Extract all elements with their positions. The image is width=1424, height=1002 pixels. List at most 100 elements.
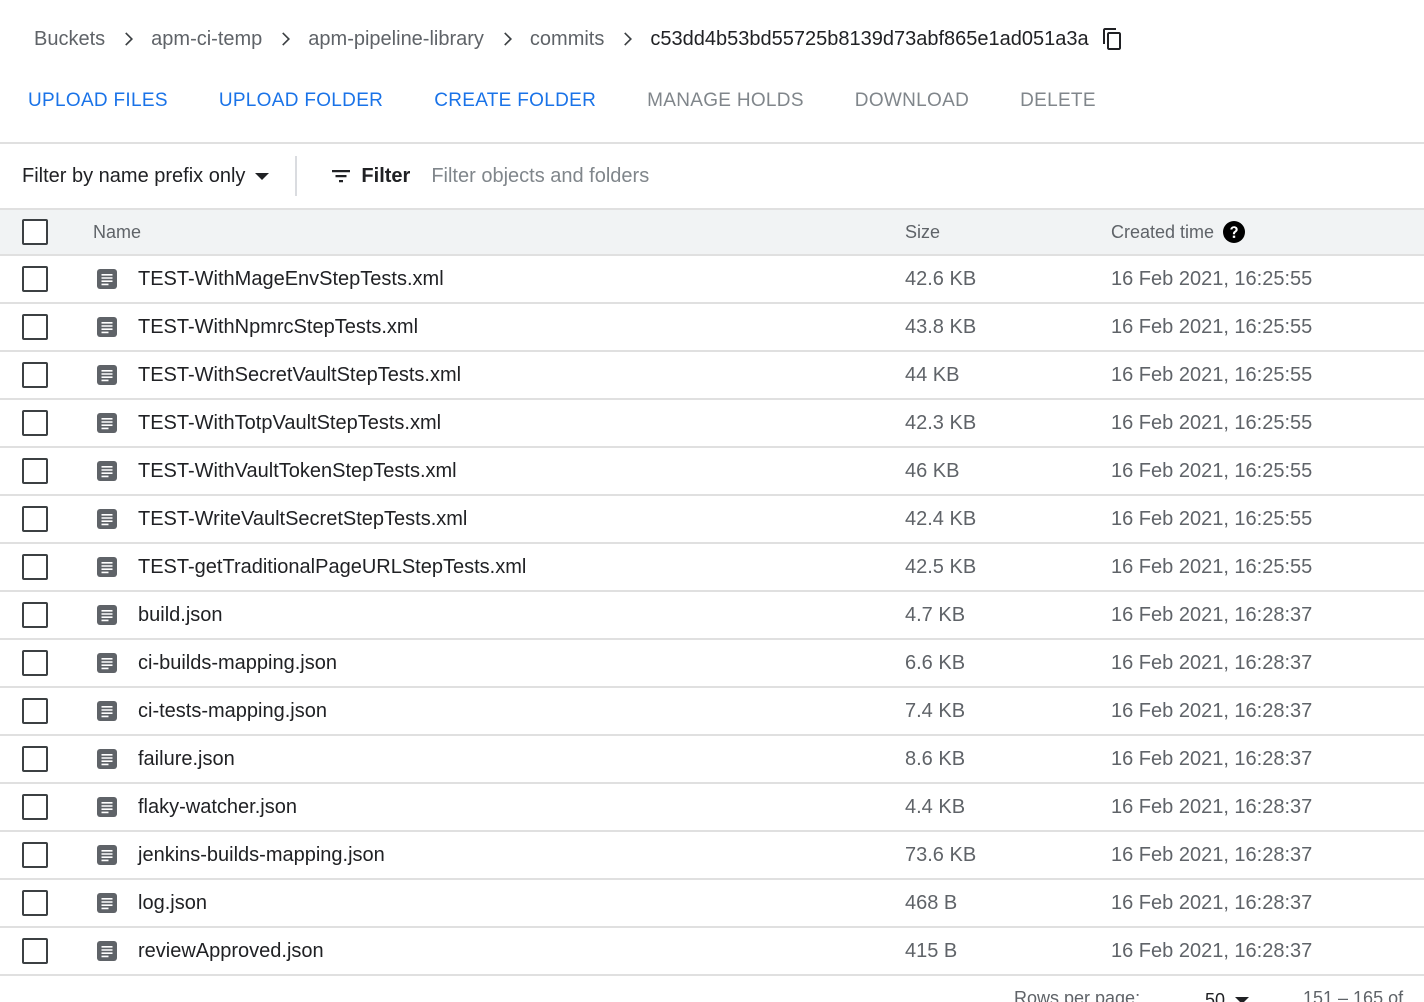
- row-checkbox[interactable]: [22, 266, 48, 292]
- file-name-link[interactable]: TEST-WithTotpVaultStepTests.xml: [138, 412, 441, 435]
- created-time-cell: 16 Feb 2021, 16:28:37: [1111, 795, 1313, 818]
- file-name-link[interactable]: ci-builds-mapping.json: [138, 652, 337, 675]
- breadcrumb-buckets[interactable]: Buckets: [34, 28, 105, 51]
- rows-per-page-select[interactable]: 50: [1205, 990, 1250, 1002]
- file-name-link[interactable]: log.json: [138, 892, 207, 915]
- chevron-right-icon: [262, 29, 308, 49]
- filter-button[interactable]: Filter: [329, 164, 410, 188]
- file-name-link[interactable]: ci-tests-mapping.json: [138, 700, 327, 723]
- table-row[interactable]: TEST-WithNpmrcStepTests.xml 43.8 KB 16 Feb…: [0, 304, 1424, 352]
- row-checkbox[interactable]: [22, 938, 48, 964]
- table-row[interactable]: jenkins-builds-mapping.json 73.6 KB 16 Feb…: [0, 832, 1424, 880]
- row-checkbox[interactable]: [22, 458, 48, 484]
- row-select-cell: [0, 362, 93, 388]
- copy-icon[interactable]: [1101, 27, 1123, 51]
- table-row[interactable]: log.json 468 B 16 Feb 2021, 16:28:37: [0, 880, 1424, 928]
- file-icon: [96, 652, 118, 674]
- file-name-link[interactable]: reviewApproved.json: [138, 940, 324, 963]
- size-cell: 4.4 KB: [905, 795, 966, 818]
- upload-files-button[interactable]: UPLOAD FILES: [28, 90, 168, 112]
- table-row[interactable]: TEST-getTraditionalPageURLStepTests.xml 4…: [0, 544, 1424, 592]
- size-cell: 415 B: [905, 939, 958, 962]
- table-row[interactable]: TEST-WriteVaultSecretStepTests.xml 42.4 K…: [0, 496, 1424, 544]
- filter-label: Filter: [361, 164, 411, 187]
- name-cell: ci-tests-mapping.json: [93, 700, 905, 723]
- created-time-cell: 16 Feb 2021, 16:28:37: [1111, 747, 1313, 770]
- manage-holds-button[interactable]: MANAGE HOLDS: [647, 90, 804, 112]
- row-checkbox[interactable]: [22, 314, 48, 340]
- file-name-link[interactable]: flaky-watcher.json: [138, 796, 297, 819]
- row-checkbox[interactable]: [22, 410, 48, 436]
- row-checkbox[interactable]: [22, 746, 48, 772]
- size-cell: 4.7 KB: [905, 603, 966, 626]
- size-cell: 7.4 KB: [905, 699, 966, 722]
- chevron-right-icon: [484, 29, 530, 49]
- column-header-name[interactable]: Name: [93, 222, 905, 243]
- row-checkbox[interactable]: [22, 842, 48, 868]
- filter-mode-label: Filter by name prefix only: [22, 164, 246, 187]
- upload-folder-button[interactable]: UPLOAD FOLDER: [219, 90, 383, 112]
- breadcrumb-folder-library[interactable]: apm-pipeline-library: [308, 28, 484, 51]
- name-cell: TEST-WriteVaultSecretStepTests.xml: [93, 508, 905, 531]
- file-name-link[interactable]: TEST-WithSecretVaultStepTests.xml: [138, 364, 461, 387]
- breadcrumb-bucket[interactable]: apm-ci-temp: [151, 28, 262, 51]
- table-row[interactable]: TEST-WithSecretVaultStepTests.xml 44 KB 16…: [0, 352, 1424, 400]
- column-header-size[interactable]: Size: [905, 222, 1111, 243]
- file-name-link[interactable]: failure.json: [138, 748, 235, 771]
- chevron-right-icon: [604, 29, 650, 49]
- created-time-cell: 16 Feb 2021, 16:25:55: [1111, 555, 1313, 578]
- name-cell: ci-builds-mapping.json: [93, 652, 905, 675]
- table-row[interactable]: build.json 4.7 KB 16 Feb 2021, 16:28:37: [0, 592, 1424, 640]
- row-checkbox[interactable]: [22, 650, 48, 676]
- created-time-cell: 16 Feb 2021, 16:28:37: [1111, 891, 1313, 914]
- help-icon[interactable]: [1222, 220, 1246, 244]
- file-name-link[interactable]: TEST-WithNpmrcStepTests.xml: [138, 316, 418, 339]
- table-row[interactable]: TEST-WithMageEnvStepTests.xml 42.6 KB 16 F…: [0, 256, 1424, 304]
- table-row[interactable]: flaky-watcher.json 4.4 KB 16 Feb 2021, 16:…: [0, 784, 1424, 832]
- filter-input[interactable]: [431, 164, 1132, 188]
- row-select-cell: [0, 794, 93, 820]
- created-time-cell: 16 Feb 2021, 16:25:55: [1111, 459, 1313, 482]
- breadcrumb-folder-commits[interactable]: commits: [530, 28, 604, 51]
- row-checkbox[interactable]: [22, 362, 48, 388]
- file-name-link[interactable]: TEST-getTraditionalPageURLStepTests.xml: [138, 556, 526, 579]
- row-checkbox[interactable]: [22, 890, 48, 916]
- file-icon: [96, 748, 118, 770]
- delete-button[interactable]: DELETE: [1020, 90, 1096, 112]
- file-name-link[interactable]: build.json: [138, 604, 223, 627]
- table-row[interactable]: failure.json 8.6 KB 16 Feb 2021, 16:28:37: [0, 736, 1424, 784]
- created-time-cell: 16 Feb 2021, 16:28:37: [1111, 651, 1313, 674]
- row-checkbox[interactable]: [22, 506, 48, 532]
- name-cell: jenkins-builds-mapping.json: [93, 844, 905, 867]
- row-checkbox[interactable]: [22, 602, 48, 628]
- table-row[interactable]: ci-tests-mapping.json 7.4 KB 16 Feb 2021, …: [0, 688, 1424, 736]
- column-header-created[interactable]: Created time: [1111, 220, 1424, 244]
- row-checkbox[interactable]: [22, 794, 48, 820]
- filter-mode-select[interactable]: Filter by name prefix only: [22, 164, 270, 188]
- file-icon: [96, 316, 118, 338]
- create-folder-button[interactable]: CREATE FOLDER: [434, 90, 596, 112]
- row-select-cell: [0, 506, 93, 532]
- file-name-link[interactable]: TEST-WithVaultTokenStepTests.xml: [138, 460, 457, 483]
- file-icon: [96, 844, 118, 866]
- page-range-label: 151 – 165 of: [1303, 988, 1404, 1002]
- file-name-link[interactable]: jenkins-builds-mapping.json: [138, 844, 385, 867]
- table-row[interactable]: ci-builds-mapping.json 6.6 KB 16 Feb 2021,…: [0, 640, 1424, 688]
- created-time-cell: 16 Feb 2021, 16:25:55: [1111, 315, 1313, 338]
- select-all-checkbox[interactable]: [22, 219, 48, 245]
- row-checkbox[interactable]: [22, 554, 48, 580]
- file-name-link[interactable]: TEST-WriteVaultSecretStepTests.xml: [138, 508, 467, 531]
- row-checkbox[interactable]: [22, 698, 48, 724]
- file-icon: [96, 412, 118, 434]
- created-time-cell: 16 Feb 2021, 16:28:37: [1111, 603, 1313, 626]
- file-icon: [96, 556, 118, 578]
- created-time-cell: 16 Feb 2021, 16:25:55: [1111, 507, 1313, 530]
- table-row[interactable]: TEST-WithTotpVaultStepTests.xml 42.3 KB 16…: [0, 400, 1424, 448]
- file-icon: [96, 700, 118, 722]
- file-name-link[interactable]: TEST-WithMageEnvStepTests.xml: [138, 268, 444, 291]
- file-icon: [96, 940, 118, 962]
- table-row[interactable]: TEST-WithVaultTokenStepTests.xml 46 KB 16 …: [0, 448, 1424, 496]
- download-button[interactable]: DOWNLOAD: [855, 90, 969, 112]
- size-cell: 73.6 KB: [905, 843, 977, 866]
- table-row[interactable]: reviewApproved.json 415 B 16 Feb 2021, 16:…: [0, 928, 1424, 976]
